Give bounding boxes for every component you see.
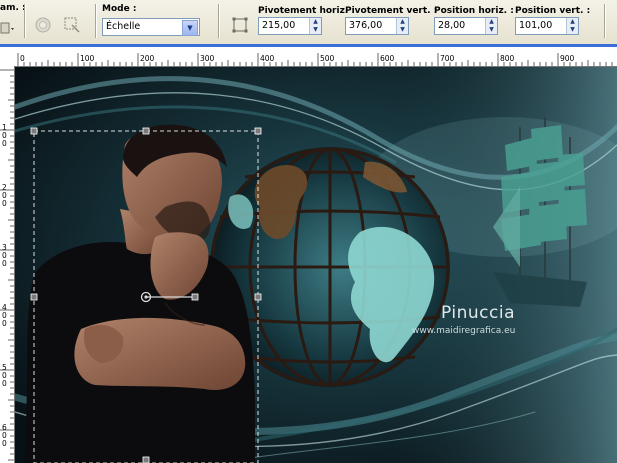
ruler-top-label: 0 xyxy=(20,54,25,63)
ruler-left-label: 0 xyxy=(2,259,7,268)
artwork xyxy=(15,67,617,463)
pivot-v-spinner[interactable]: ▲ ▼ xyxy=(396,18,408,34)
selection-handle xyxy=(30,293,38,301)
ruler-top[interactable]: 0 100 200 300 400 500 600 700 800 900 xyxy=(14,53,617,67)
mode-label: Mode : xyxy=(102,4,137,14)
pivot-h-spinner[interactable]: ▲ ▼ xyxy=(309,18,321,34)
pivot-h-input[interactable]: 215,00 ▲ ▼ xyxy=(258,17,322,35)
watermark-name: Pinuccia xyxy=(441,303,515,323)
ruler-top-label: 800 xyxy=(500,54,515,63)
pos-h-value: 28,00 xyxy=(438,20,466,31)
ruler-top-label: 400 xyxy=(260,54,275,63)
pivot-h-value: 215,00 xyxy=(262,20,296,31)
ruler-left-label: 0 xyxy=(2,199,7,208)
image-canvas[interactable]: Pinuccia www.maidiregrafica.eu xyxy=(15,67,617,463)
ruler-left-label: 0 xyxy=(2,379,7,388)
pos-h-input[interactable]: 28,00 ▲ ▼ xyxy=(434,17,498,35)
selection-handle xyxy=(254,293,262,301)
pos-h-label: Position horiz. : xyxy=(434,6,514,16)
pivot-v-label: Pivotement vert. : xyxy=(345,6,438,16)
transform-tool-icon[interactable] xyxy=(63,16,81,34)
ruler-left-label: 0 xyxy=(2,139,7,148)
ruler-top-label: 200 xyxy=(140,54,155,63)
ruler-top-ticks: 0 100 200 300 400 500 600 700 800 900 xyxy=(17,53,613,66)
ruler-top-label: 700 xyxy=(440,54,455,63)
tool-options-bar: am. : Mode : Échelle ▼ Pivotement horiz.… xyxy=(0,0,617,45)
ruler-left-label: 0 xyxy=(2,439,7,448)
watermark-url: www.maidiregrafica.eu xyxy=(412,326,516,336)
chevron-down-icon[interactable]: ▼ xyxy=(182,20,198,36)
ruler-top-label: 500 xyxy=(320,54,335,63)
presets-label: am. : xyxy=(0,3,26,13)
ruler-top-label: 900 xyxy=(560,54,575,63)
selection-handle xyxy=(30,127,38,135)
ruler-top-label: 300 xyxy=(200,54,215,63)
ruler-top-label: 600 xyxy=(380,54,395,63)
mode-select[interactable]: Échelle ▼ xyxy=(102,18,200,36)
pos-v-value: 101,00 xyxy=(519,20,553,31)
ruler-top-label: 100 xyxy=(80,54,95,63)
ruler-left-label: 0 xyxy=(2,319,7,328)
pivot-v-input[interactable]: 376,00 ▲ ▼ xyxy=(345,17,409,35)
presets-dropdown-icon[interactable] xyxy=(0,20,18,38)
pivot-h-label: Pivotement horiz. : xyxy=(258,6,355,16)
mode-value: Échelle xyxy=(106,21,141,32)
selection-handle xyxy=(254,127,262,135)
pivot-v-value: 376,00 xyxy=(349,20,383,31)
reset-icon[interactable] xyxy=(34,16,52,34)
pivot-point-icon[interactable] xyxy=(231,16,249,34)
ruler-left[interactable]: 100200300400500600 xyxy=(0,66,15,463)
pos-v-label: Position vert. : xyxy=(515,6,591,16)
pos-v-spinner[interactable]: ▲ ▼ xyxy=(566,18,578,34)
ruler-left-ticks: 100200300400500600 xyxy=(0,69,14,461)
pos-v-input[interactable]: 101,00 ▲ ▼ xyxy=(515,17,579,35)
ruler-corner xyxy=(0,53,15,67)
rotation-handle xyxy=(191,293,199,301)
selection-handle xyxy=(142,127,150,135)
selection-handle xyxy=(142,456,150,463)
pos-h-spinner[interactable]: ▲ ▼ xyxy=(485,18,497,34)
